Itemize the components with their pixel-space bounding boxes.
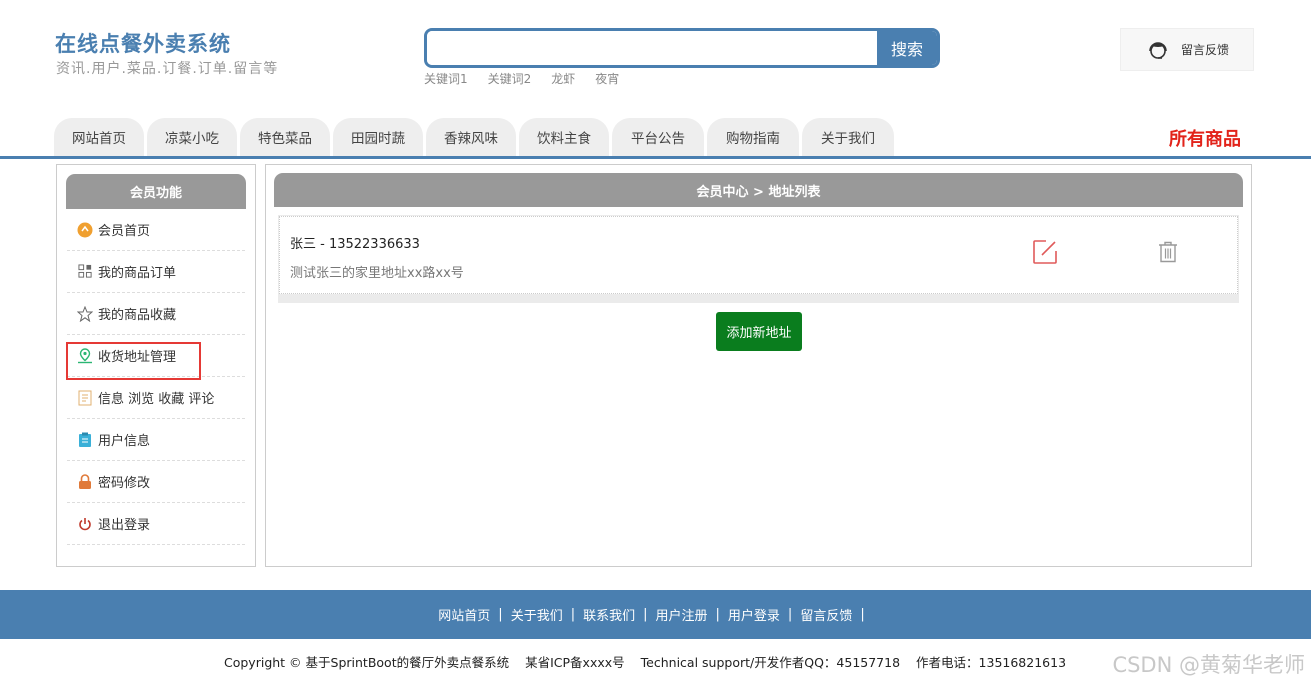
footer-separator: | (715, 607, 720, 622)
location-pin-icon (77, 347, 93, 364)
keyword-link[interactable]: 龙虾 (551, 70, 575, 87)
nav-tab-vegetables[interactable]: 田园时蔬 (333, 118, 423, 156)
address-list: 张三 - 13522336633 测试张三的家里地址xx路xx号 (278, 215, 1239, 303)
phone-text: 作者电话：13516821613 (916, 655, 1067, 670)
sidebar-title: 会员功能 (66, 174, 246, 209)
footer-link-contact[interactable]: 联系我们 (583, 605, 635, 624)
add-address-button[interactable]: 添加新地址 (716, 312, 802, 351)
footer-link-login[interactable]: 用户登录 (728, 605, 780, 624)
star-icon (77, 305, 93, 322)
main-content: 会员中心 > 地址列表 张三 - 13522336633 测试张三的家里地址xx… (265, 164, 1252, 567)
copyright-text: Copyright © 基于SprintBoot的餐厅外卖点餐系统 (224, 655, 510, 670)
member-sidebar: 会员功能 会员首页 我的商品订单 我的商品收藏 收货地址管理 信息 浏览 收藏 … (56, 164, 256, 567)
sidebar-item-password[interactable]: 密码修改 (67, 461, 245, 503)
clipboard-icon (77, 432, 93, 448)
headset-icon (1149, 41, 1167, 59)
sidebar-item-orders[interactable]: 我的商品订单 (67, 251, 245, 293)
search-bar: 搜索 (424, 28, 940, 68)
footer-link-home[interactable]: 网站首页 (438, 605, 490, 624)
footer-separator: | (643, 607, 648, 622)
sidebar-item-label: 收货地址管理 (98, 350, 177, 365)
sidebar-item-member-home[interactable]: 会员首页 (67, 209, 245, 251)
address-name-phone: 张三 - 13522336633 (290, 237, 420, 252)
footer-link-feedback[interactable]: 留言反馈 (800, 605, 852, 624)
sidebar-item-address[interactable]: 收货地址管理 (66, 335, 245, 380)
member-home-icon (77, 222, 93, 238)
sidebar-item-label: 用户信息 (98, 434, 151, 449)
icp-text: 某省ICP备xxxx号 (525, 655, 625, 670)
keyword-link[interactable]: 夜宵 (595, 70, 619, 87)
sidebar-item-user-info[interactable]: 用户信息 (67, 419, 245, 461)
sidebar-item-label: 我的商品订单 (98, 266, 177, 281)
all-goods-link[interactable]: 所有商品 (1169, 125, 1241, 151)
power-icon (77, 516, 93, 532)
nav-tab-home[interactable]: 网站首页 (54, 118, 144, 156)
lock-icon (77, 473, 93, 490)
footer-separator: | (787, 607, 793, 622)
main-nav: 网站首页 凉菜小吃 特色菜品 田园时蔬 香辣风味 饮料主食 平台公告 购物指南 … (0, 118, 1311, 159)
delete-icon[interactable] (1158, 241, 1178, 263)
nav-tab-announcements[interactable]: 平台公告 (612, 118, 704, 156)
sidebar-item-label: 密码修改 (98, 476, 151, 491)
breadcrumb: 会员中心 > 地址列表 (274, 173, 1243, 207)
sidebar-item-label: 退出登录 (98, 518, 151, 533)
sidebar-item-label: 信息 浏览 收藏 评论 (98, 392, 215, 407)
footer-link-about[interactable]: 关于我们 (511, 605, 563, 624)
nav-tab-cold-dishes[interactable]: 凉菜小吃 (147, 118, 237, 156)
search-input[interactable] (427, 31, 877, 65)
address-item: 张三 - 13522336633 测试张三的家里地址xx路xx号 (279, 216, 1238, 294)
footer-separator: | (860, 607, 865, 622)
feedback-button[interactable]: 留言反馈 (1120, 28, 1254, 71)
keyword-link[interactable]: 关键词1 (424, 70, 468, 87)
nav-tab-drinks[interactable]: 饮料主食 (519, 118, 609, 156)
address-detail: 测试张三的家里地址xx路xx号 (290, 266, 464, 281)
document-icon (77, 390, 93, 406)
search-button[interactable]: 搜索 (877, 31, 937, 65)
sidebar-item-info[interactable]: 信息 浏览 收藏 评论 (67, 377, 245, 419)
site-header: 在线点餐外卖系统 资讯.用户.菜品.订餐.订单.留言等 搜索 关键词1 关键词2… (0, 0, 1311, 118)
nav-tab-spicy[interactable]: 香辣风味 (426, 118, 516, 156)
site-title[interactable]: 在线点餐外卖系统 (55, 28, 231, 58)
nav-tab-specialty[interactable]: 特色菜品 (240, 118, 330, 156)
footer-separator: | (498, 607, 503, 622)
feedback-label: 留言反馈 (1180, 43, 1229, 57)
copyright-info: Copyright © 基于SprintBoot的餐厅外卖点餐系统 某省ICP备… (224, 652, 1066, 671)
support-text: Technical support/开发作者QQ：45157718 (640, 655, 901, 670)
sidebar-item-logout[interactable]: 退出登录 (67, 503, 245, 545)
nav-tab-about[interactable]: 关于我们 (802, 118, 894, 156)
sidebar-item-favorites[interactable]: 我的商品收藏 (67, 293, 245, 335)
watermark: CSDN @黄菊华老师 (1112, 653, 1305, 677)
nav-tab-shopping-guide[interactable]: 购物指南 (707, 118, 799, 156)
sidebar-item-label: 会员首页 (98, 224, 151, 239)
keyword-link[interactable]: 关键词2 (488, 70, 532, 87)
sidebar-item-label: 我的商品收藏 (98, 308, 177, 323)
footer-link-register[interactable]: 用户注册 (656, 605, 708, 624)
orders-grid-icon (77, 264, 93, 280)
edit-icon[interactable] (1032, 239, 1058, 265)
footer-links: 网站首页 | 关于我们 | 联系我们 | 用户注册 | 用户登录 | 留言反馈 | (0, 590, 1311, 639)
hot-keywords: 关键词1 关键词2 龙虾 夜宵 (424, 70, 619, 87)
site-subtitle: 资讯.用户.菜品.订餐.订单.留言等 (56, 61, 279, 77)
footer-separator: | (570, 607, 576, 622)
